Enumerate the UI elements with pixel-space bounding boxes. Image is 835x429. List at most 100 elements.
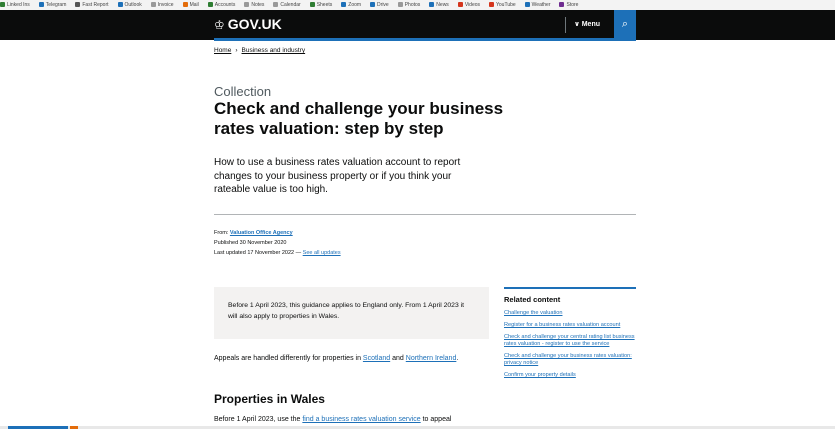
bookmark-label: YouTube <box>496 2 516 8</box>
breadcrumb: Home › Business and industry <box>214 47 305 54</box>
metadata: From: Valuation Office Agency Published … <box>214 228 341 258</box>
see-all-updates-link[interactable]: See all updates <box>303 250 341 256</box>
bookmark-label: Linked Ins <box>7 2 30 8</box>
related-link-central-list[interactable]: Check and challenge your central rating … <box>504 334 636 348</box>
related-link-register[interactable]: Register for a business rates valuation … <box>504 322 636 329</box>
bookmark-label: Accounts <box>214 2 236 8</box>
bookmark-label: Calendar <box>280 2 301 8</box>
wales-text-after: to appeal <box>422 416 452 423</box>
bookmark-item[interactable]: Photos <box>397 0 421 10</box>
header-container: ♔ GOV.UK ∨ Menu ⌕ <box>214 10 636 40</box>
bookmarks-bar: Linked Ins Telegram Fast Report Outlook Invo… <box>0 0 835 10</box>
bookmark-item[interactable]: Calendar <box>273 0 301 10</box>
govuk-header: ♔ GOV.UK ∨ Menu ⌕ <box>0 10 835 40</box>
bookmark-favicon-icon <box>524 2 530 8</box>
bookmark-item[interactable]: Telegram <box>38 0 67 10</box>
find-valuation-service-link[interactable]: find a business rates valuation service <box>302 416 420 423</box>
bookmark-item[interactable]: News <box>429 0 449 10</box>
meta-updated: Last updated 17 November 2022 — See all … <box>214 248 341 258</box>
organisation-link[interactable]: Valuation Office Agency <box>230 230 293 236</box>
bookmark-label: Store <box>566 2 579 8</box>
bookmark-favicon-icon <box>182 2 188 8</box>
bookmark-item[interactable]: Notes <box>244 0 264 10</box>
inset-notice: Before 1 April 2023, this guidance appli… <box>214 287 489 339</box>
bookmark-label: Drive <box>377 2 389 8</box>
wales-paragraph: Before 1 April 2023, use the find a busi… <box>214 414 494 425</box>
bookmark-favicon-icon <box>150 2 156 8</box>
bookmark-label: Sheets <box>316 2 333 8</box>
bookmark-favicon-icon <box>397 2 403 8</box>
bookmark-label: Notes <box>251 2 265 8</box>
bookmark-favicon-icon <box>38 2 44 8</box>
bookmark-favicon-icon <box>370 2 376 8</box>
bookmark-label: Outlook <box>124 2 142 8</box>
bookmark-label: Mail <box>189 2 199 8</box>
search-icon: ⌕ <box>621 18 629 30</box>
search-button[interactable]: ⌕ <box>614 10 636 40</box>
bookmark-favicon-icon <box>75 2 81 8</box>
breadcrumb-business-link[interactable]: Business and industry <box>242 47 306 54</box>
bookmark-item[interactable]: Accounts <box>207 0 236 10</box>
appeals-and-text: and <box>392 355 404 362</box>
bookmark-favicon-icon <box>341 2 347 8</box>
from-label: From: <box>214 230 229 236</box>
bookmark-item[interactable]: Invoice <box>150 0 174 10</box>
bookmark-label: Zoom <box>348 2 362 8</box>
bookmark-item[interactable]: Videos <box>457 0 481 10</box>
header-blue-stripe <box>214 38 636 41</box>
page-title: Check and challenge your business rates … <box>214 99 504 138</box>
related-heading: Related content <box>504 295 561 304</box>
bookmark-favicon-icon <box>244 2 250 8</box>
page-lead: How to use a business rates valuation ac… <box>214 157 461 195</box>
bookmark-item[interactable]: Store <box>559 0 578 10</box>
bookmark-label: News <box>436 2 449 8</box>
page-caption: Collection <box>214 84 272 99</box>
bookmark-item[interactable]: Sheets <box>309 0 333 10</box>
bookmark-favicon-icon <box>429 2 435 8</box>
bookmark-label: Fast Report <box>82 2 109 8</box>
bookmark-item[interactable]: Mail <box>182 0 199 10</box>
related-link-challenge[interactable]: Challenge the valuation <box>504 310 636 317</box>
bookmark-item[interactable]: YouTube <box>489 0 516 10</box>
bookmark-item[interactable]: Linked Ins <box>0 0 30 10</box>
wales-text: Before 1 April 2023, use the <box>214 416 301 423</box>
menu-button[interactable]: ∨ Menu <box>565 17 600 33</box>
bookmark-item[interactable]: Weather <box>524 0 551 10</box>
related-content: Related content Challenge the valuation … <box>504 287 636 384</box>
logo-text: GOV.UK <box>227 16 282 32</box>
meta-published: Published 30 November 2020 <box>214 240 287 246</box>
bookmark-item[interactable]: Zoom <box>341 0 361 10</box>
updated-label: Last updated 17 November 2022 — <box>214 250 302 256</box>
appeals-end-text: . <box>456 355 459 362</box>
northern-ireland-link[interactable]: Northern Ireland <box>406 355 457 362</box>
bookmark-label: Videos <box>464 2 481 8</box>
appeals-text: Appeals are handled differently for prop… <box>214 355 361 362</box>
bookmark-item[interactable]: Drive <box>370 0 389 10</box>
related-links: Challenge the valuation Register for a b… <box>504 310 636 379</box>
crown-icon: ♔ <box>214 18 225 32</box>
wales-heading: Properties in Wales <box>214 392 325 406</box>
appeals-paragraph: Appeals are handled differently for prop… <box>214 353 492 364</box>
bookmark-item[interactable]: Fast Report <box>75 0 109 10</box>
bookmark-label: Weather <box>531 2 551 8</box>
bookmark-label: Telegram <box>45 2 67 8</box>
bookmark-label: Photos <box>404 2 421 8</box>
related-link-privacy[interactable]: Check and challenge your business rates … <box>504 353 636 367</box>
bookmark-favicon-icon <box>489 2 495 8</box>
breadcrumb-separator: › <box>235 47 238 54</box>
chevron-down-icon: ∨ <box>574 21 580 28</box>
bookmark-favicon-icon <box>0 2 5 8</box>
bookmark-item[interactable]: Outlook <box>117 0 142 10</box>
govuk-logo[interactable]: ♔ GOV.UK <box>214 15 282 34</box>
breadcrumb-home-link[interactable]: Home <box>214 47 231 54</box>
scotland-link[interactable]: Scotland <box>363 355 390 362</box>
bookmark-favicon-icon <box>273 2 279 8</box>
bookmark-favicon-icon <box>207 2 213 8</box>
related-link-confirm[interactable]: Confirm your property details <box>504 372 636 379</box>
bookmark-favicon-icon <box>559 2 565 8</box>
meta-from: From: Valuation Office Agency <box>214 228 341 238</box>
menu-label: Menu <box>581 21 600 28</box>
bookmark-favicon-icon <box>309 2 315 8</box>
bookmark-favicon-icon <box>457 2 463 8</box>
bookmark-label: Invoice <box>157 2 174 8</box>
